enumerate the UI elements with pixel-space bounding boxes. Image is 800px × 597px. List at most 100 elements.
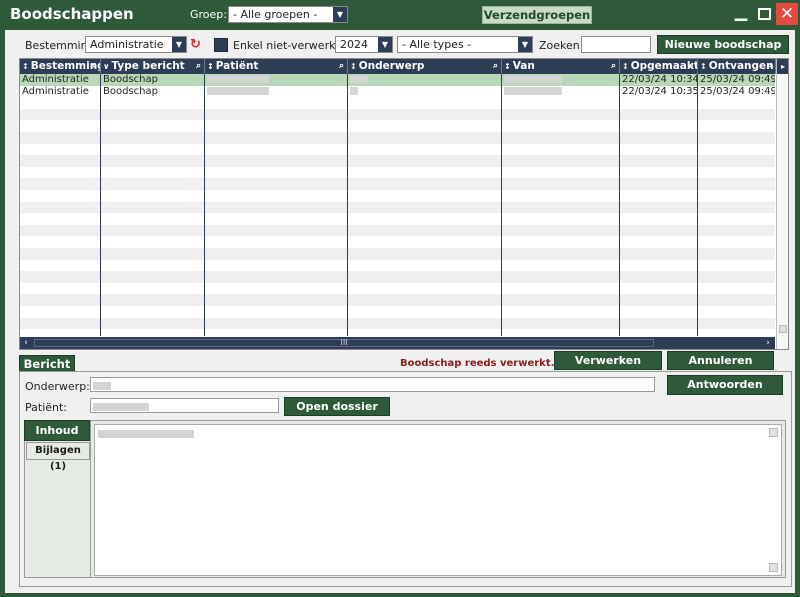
empty-row [20, 97, 775, 109]
group-label: Groep: [190, 8, 227, 21]
column-header-opgemaakt[interactable]: ↕ Opgemaakt ⌕ [620, 59, 698, 74]
column-divider [501, 74, 502, 336]
unprocessed-checkbox[interactable] [214, 38, 228, 52]
bestemming-select[interactable]: Administratie ▼ [85, 36, 187, 53]
column-divider [619, 74, 620, 336]
table-row[interactable]: Administratie Boodschap 22/03/24 10:34: … [20, 74, 775, 86]
search-icon[interactable]: ⌕ [611, 59, 616, 74]
search-icon[interactable]: ⌕ [767, 59, 772, 74]
chevron-down-icon: ▼ [172, 37, 186, 52]
empty-row [20, 167, 775, 179]
chevron-down-icon: ▼ [333, 7, 347, 22]
column-header-ontvangen[interactable]: ↕ Ontvangen ⌕ [698, 59, 776, 74]
search-label: Zoeken: [539, 39, 584, 52]
close-icon[interactable]: ✕ [776, 3, 798, 25]
cell-onderwerp-redacted [348, 74, 502, 86]
search-icon[interactable]: ⌕ [493, 59, 498, 74]
scrollbar-thumb[interactable]: III [34, 339, 654, 347]
empty-row [20, 294, 775, 306]
empty-row [20, 178, 775, 190]
group-select[interactable]: - Alle groepen - ▼ [228, 6, 348, 23]
redacted-text [98, 429, 194, 438]
scroll-up-icon[interactable]: ▸ [777, 59, 788, 74]
cell-patient-redacted [205, 86, 348, 98]
column-divider [697, 74, 698, 336]
tab-inhoud[interactable]: Inhoud [24, 420, 90, 441]
year-select[interactable]: 2024 ▼ [335, 36, 393, 53]
tab-bijlagen[interactable]: Bijlagen (1) [26, 442, 90, 472]
cell-van-redacted [502, 86, 620, 98]
grid-body: Administratie Boodschap 22/03/24 10:34: … [20, 74, 775, 336]
empty-row [20, 260, 775, 272]
patient-field[interactable] [90, 398, 279, 413]
patient-label: Patiënt: [25, 401, 68, 414]
scroll-down-icon[interactable] [779, 325, 787, 333]
bestemming-select-value: Administratie [90, 38, 164, 51]
search-icon[interactable]: ⌕ [689, 59, 694, 74]
subject-label: Onderwerp: [25, 380, 90, 393]
empty-row [20, 213, 775, 225]
maximize-icon[interactable] [754, 4, 774, 24]
empty-row [20, 224, 775, 237]
empty-row [20, 120, 775, 132]
empty-row [20, 306, 775, 318]
chevron-down-icon: ▼ [378, 37, 392, 52]
cell-bestemming: Administratie [22, 74, 89, 85]
empty-row [20, 190, 775, 202]
vertical-scrollbar[interactable]: ▸ [776, 59, 788, 349]
year-select-value: 2024 [340, 38, 368, 51]
reply-button[interactable]: Antwoorden [667, 375, 783, 395]
search-icon[interactable]: ⌕ [339, 59, 344, 74]
search-icon[interactable]: ⌕ [196, 59, 201, 74]
content-editor[interactable] [94, 424, 782, 576]
column-header-bestemming[interactable]: ↕ Bestemming ⌕ [20, 59, 101, 74]
empty-row [20, 236, 775, 248]
column-header-van[interactable]: ↕ Van ⌕ [502, 59, 620, 74]
empty-row [20, 201, 775, 214]
search-icon[interactable]: ⌕ [92, 59, 97, 74]
scroll-left-icon[interactable]: ‹ [20, 337, 32, 349]
column-header-patient[interactable]: ↕ Patiënt ⌕ [205, 59, 348, 74]
subject-field[interactable] [90, 377, 655, 392]
chevron-down-icon: ▼ [518, 37, 532, 52]
minimize-icon[interactable]: ▁ [731, 4, 751, 24]
empty-row [20, 155, 775, 167]
types-select-value: - Alle types - [402, 38, 472, 51]
group-select-value: - Alle groepen - [233, 8, 318, 21]
types-select[interactable]: - Alle types - ▼ [397, 36, 533, 53]
column-divider [347, 74, 348, 336]
scroll-up-icon[interactable] [769, 428, 778, 437]
empty-row [20, 283, 775, 295]
cell-opgemaakt: 22/03/24 10:35: [622, 85, 698, 97]
column-header-type[interactable]: ∨ Type bericht ⌕ [101, 59, 205, 74]
cell-type: Boodschap [103, 74, 158, 85]
open-dossier-button[interactable]: Open dossier [284, 397, 390, 416]
tab-bericht[interactable]: Bericht [19, 355, 75, 372]
scroll-right-icon[interactable]: › [762, 337, 774, 349]
empty-row [20, 144, 775, 156]
column-header-onderwerp[interactable]: ↕ Onderwerp ⌕ [348, 59, 502, 74]
cell-ontvangen: 25/03/24 09:49: [700, 85, 775, 97]
cell-van-redacted [502, 74, 620, 86]
refresh-icon[interactable]: ↻ [190, 38, 204, 52]
messages-grid: ↕ Bestemming ⌕ ∨ Type bericht ⌕ ↕ Patiënt ⌕ ↕ O… [19, 58, 789, 350]
empty-row [20, 132, 775, 144]
cell-opgemaakt: 22/03/24 10:34: [622, 74, 698, 85]
empty-row [20, 271, 775, 283]
verzendgroepen-button[interactable]: Verzendgroepen [482, 6, 592, 24]
cancel-button[interactable]: Annuleren [667, 351, 774, 370]
cell-ontvangen: 25/03/24 09:49: [700, 74, 775, 85]
empty-row [20, 329, 775, 336]
column-divider [100, 74, 101, 336]
process-button[interactable]: Verwerken [554, 351, 662, 370]
unprocessed-label: Enkel niet-verwerkt [233, 39, 340, 52]
main-content: Bestemming Administratie ▼ ↻ Enkel niet-… [5, 30, 795, 593]
empty-row [20, 248, 775, 260]
scroll-down-icon[interactable] [769, 563, 778, 572]
table-row[interactable]: Administratie Boodschap 22/03/24 10:35: … [20, 86, 775, 98]
new-message-button[interactable]: Nieuwe boodschap [657, 35, 789, 54]
horizontal-scrollbar[interactable]: ‹ III › [20, 337, 775, 349]
cell-type: Boodschap [103, 85, 158, 97]
cell-patient-redacted [205, 74, 348, 86]
search-input[interactable] [581, 36, 651, 53]
